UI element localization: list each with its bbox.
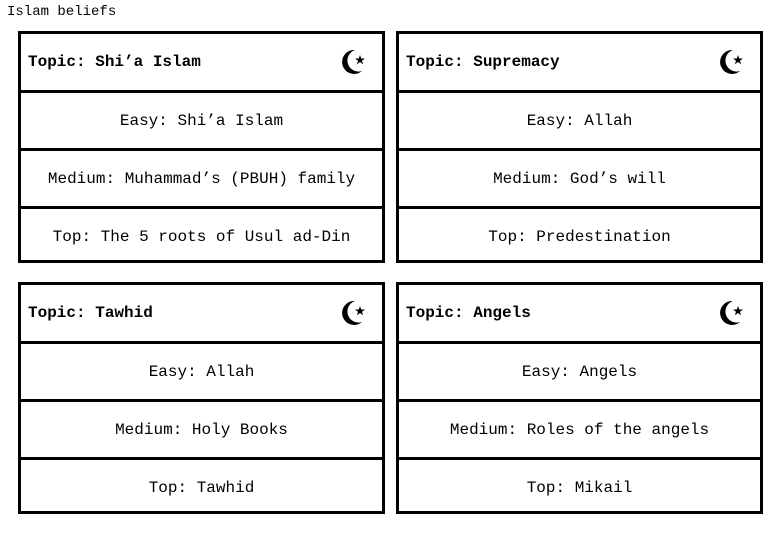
topic-title: Topic: Angels bbox=[406, 304, 531, 322]
topic-card: Topic: Supremacy Easy: Allah Medium: God… bbox=[396, 31, 763, 263]
topic-card: Topic: Angels Easy: Angels Medium: Roles… bbox=[396, 282, 763, 514]
crescent-star-icon bbox=[342, 49, 365, 74]
easy-question: Easy: Allah bbox=[399, 93, 760, 151]
top-question: Top: The 5 roots of Usul ad-Din bbox=[52, 227, 351, 246]
easy-question: Easy: Angels bbox=[399, 344, 760, 402]
card-header: Topic: Supremacy bbox=[399, 34, 760, 93]
topic-card: Topic: Shi’a Islam Easy: Shi’a Islam Med… bbox=[18, 31, 385, 263]
topic-title: Topic: Supremacy bbox=[406, 53, 560, 71]
card-header: Topic: Angels bbox=[399, 285, 760, 344]
medium-question: Medium: God’s will bbox=[399, 151, 760, 209]
topic-title: Topic: Tawhid bbox=[28, 304, 153, 322]
document-title: Islam beliefs bbox=[7, 4, 117, 20]
easy-question: Easy: Allah bbox=[21, 344, 382, 402]
top-question: Top: Predestination bbox=[488, 227, 671, 246]
crescent-star-icon bbox=[720, 49, 743, 74]
top-question: Top: Mikail bbox=[526, 478, 633, 497]
topic-title: Topic: Shi’a Islam bbox=[28, 53, 201, 71]
card-header: Topic: Shi’a Islam bbox=[21, 34, 382, 93]
medium-question: Medium: Roles of the angels bbox=[399, 402, 760, 460]
medium-question: Medium: Holy Books bbox=[21, 402, 382, 460]
crescent-star-icon bbox=[342, 300, 365, 325]
crescent-star-icon bbox=[720, 300, 743, 325]
topic-card: Topic: Tawhid Easy: Allah Medium: Holy B… bbox=[18, 282, 385, 514]
top-question: Top: Tawhid bbox=[148, 478, 255, 497]
medium-question: Medium: Muhammad’s (PBUH) family bbox=[21, 151, 382, 209]
card-header: Topic: Tawhid bbox=[21, 285, 382, 344]
easy-question: Easy: Shi’a Islam bbox=[21, 93, 382, 151]
